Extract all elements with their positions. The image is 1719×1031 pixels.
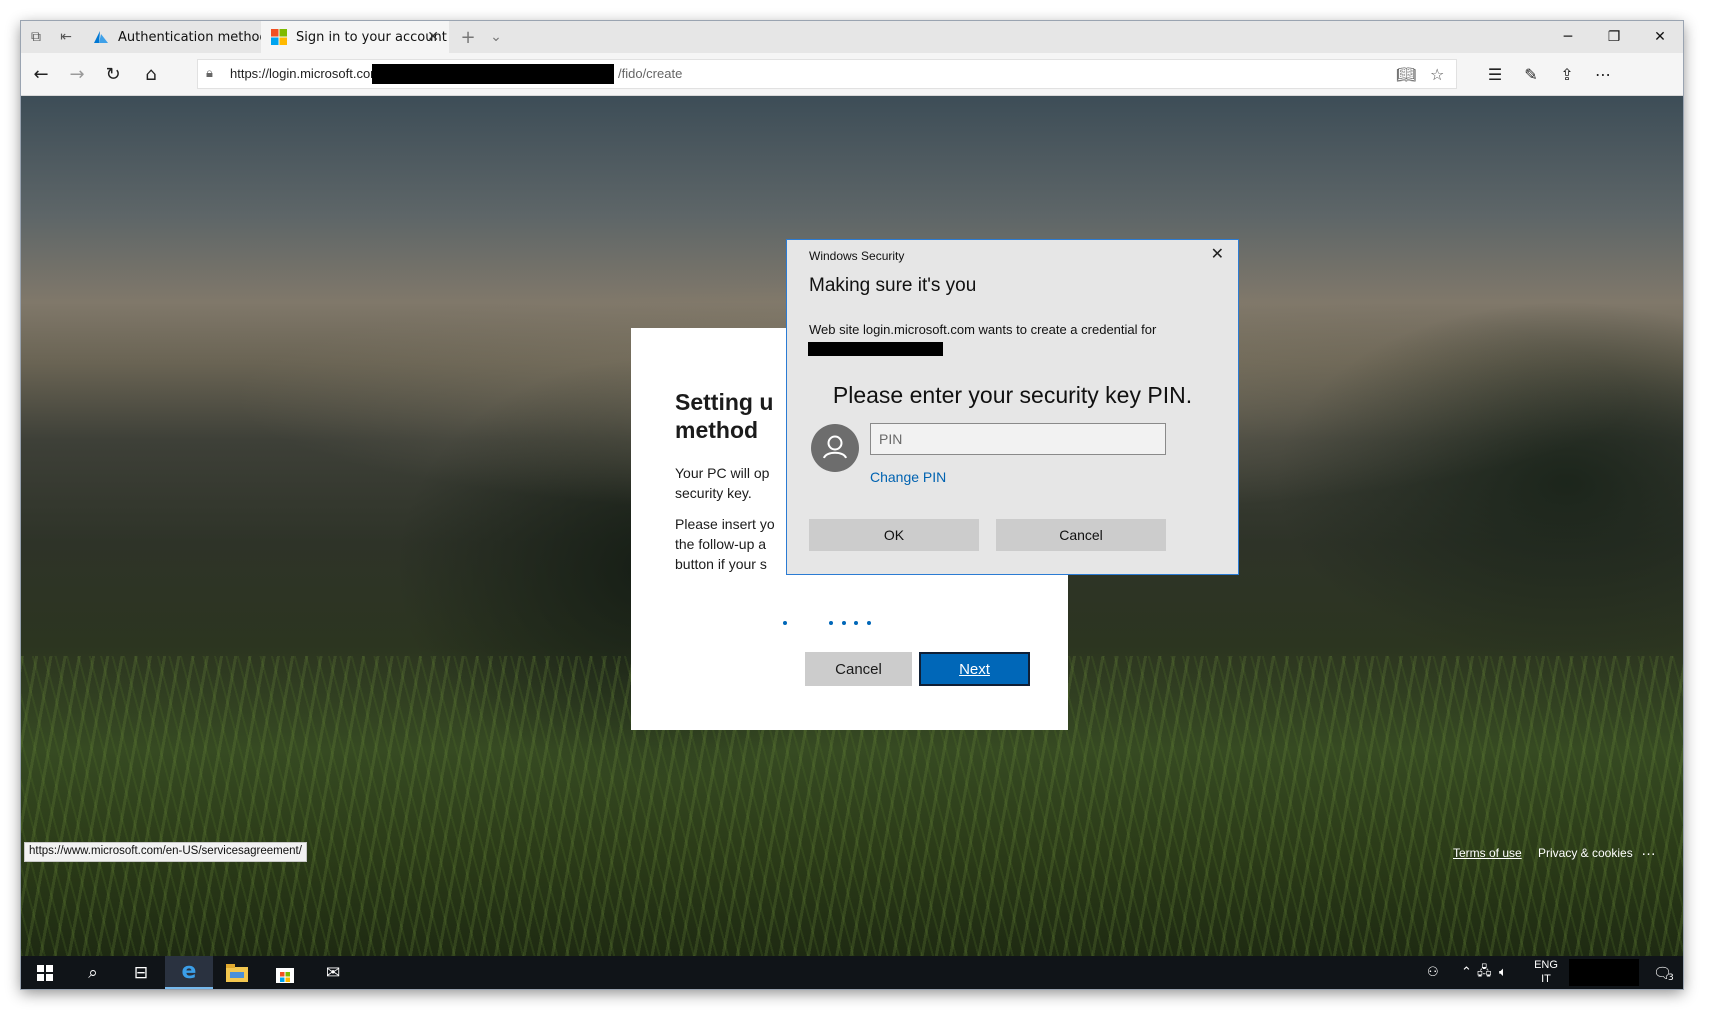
- edge-browser-icon[interactable]: e: [165, 956, 213, 989]
- more-menu-icon[interactable]: ⋯: [1583, 53, 1623, 95]
- forward-icon[interactable]: →: [57, 53, 97, 95]
- pen-icon[interactable]: ✎: [1511, 53, 1551, 95]
- task-view-icon[interactable]: ⊟: [117, 956, 165, 989]
- redacted-account: [808, 342, 943, 356]
- set-aside-tabs-icon[interactable]: ⧉: [21, 21, 51, 53]
- search-icon[interactable]: ⌕: [69, 956, 117, 989]
- refresh-icon[interactable]: ↻: [93, 53, 133, 95]
- tab-close-icon[interactable]: ✕: [427, 21, 439, 53]
- pin-prompt: Please enter your security key PIN.: [832, 382, 1193, 408]
- tab-title: Authentication methods - A: [118, 29, 261, 45]
- file-explorer-icon[interactable]: [213, 956, 261, 989]
- windows-start-icon[interactable]: [21, 956, 69, 989]
- tab-strip: ⧉ ⇤ Authentication methods - A Sign in t…: [21, 21, 1683, 53]
- taskbar: ⌕ ⊟ e ✉ ⚇ ⌃ 🖧︎ 🔈︎ ENG IT 🗨︎ 3: [21, 956, 1683, 989]
- lock-icon[interactable]: 🔒︎: [206, 66, 213, 81]
- browser-window: ⧉ ⇤ Authentication methods - A Sign in t…: [21, 21, 1683, 989]
- tabs-aside-icon[interactable]: ⇤: [51, 21, 81, 53]
- store-icon[interactable]: [261, 956, 309, 989]
- notification-count: 3: [1668, 972, 1674, 983]
- next-button[interactable]: Next: [919, 652, 1030, 686]
- minimize-icon[interactable]: ─: [1545, 21, 1591, 53]
- progress-dot: [867, 621, 871, 625]
- windows-security-dialog: Windows Security ✕ Making sure it's you …: [786, 239, 1239, 575]
- redacted-clock: [1569, 959, 1639, 986]
- mail-icon[interactable]: ✉: [309, 956, 357, 989]
- ok-button[interactable]: OK: [809, 519, 979, 551]
- progress-dot: [783, 621, 787, 625]
- tab-preview-chevron-icon[interactable]: ⌄: [481, 21, 511, 53]
- volume-icon[interactable]: 🔈︎: [1499, 956, 1507, 989]
- close-window-icon[interactable]: ✕: [1637, 21, 1683, 53]
- favorite-star-icon[interactable]: ☆: [1430, 65, 1444, 84]
- network-icon[interactable]: 🖧︎: [1477, 956, 1492, 989]
- navigation-bar: ← → ↻ ⌂ 🔒︎ https://login.microsoft.com/ …: [21, 53, 1683, 96]
- tab-title: Sign in to your account: [296, 29, 447, 45]
- footer-more-icon[interactable]: …: [1641, 842, 1656, 859]
- url-prefix: https://login.microsoft.com/: [230, 66, 385, 81]
- dialog-close-icon[interactable]: ✕: [1211, 244, 1224, 264]
- people-icon[interactable]: ⚇: [1427, 956, 1439, 989]
- redacted-url-segment: [372, 64, 614, 84]
- microsoft-logo-icon: [271, 29, 287, 45]
- back-icon[interactable]: ←: [21, 53, 61, 95]
- show-hidden-icons-chevron-icon[interactable]: ⌃: [1461, 956, 1472, 989]
- dialog-message: Web site login.microsoft.com wants to cr…: [809, 322, 1157, 337]
- user-avatar-icon: [811, 424, 859, 472]
- progress-dot: [842, 621, 846, 625]
- cancel-button[interactable]: Cancel: [805, 652, 912, 686]
- dialog-caption: Windows Security: [809, 249, 905, 263]
- dialog-cancel-button[interactable]: Cancel: [996, 519, 1166, 551]
- address-bar[interactable]: 🔒︎ https://login.microsoft.com/ /fido/cr…: [197, 59, 1457, 89]
- keyboard-layout-code: IT: [1541, 973, 1551, 985]
- privacy-cookies-link[interactable]: Privacy & cookies: [1538, 846, 1633, 860]
- restore-icon[interactable]: ❐: [1591, 21, 1637, 53]
- action-center-icon[interactable]: 🗨︎ 3: [1653, 956, 1674, 989]
- tab-authentication-methods[interactable]: Authentication methods - A: [83, 21, 261, 53]
- azure-icon: [94, 31, 108, 43]
- favorites-list-icon[interactable]: ☰: [1475, 53, 1515, 95]
- terms-of-use-link[interactable]: Terms of use: [1453, 846, 1522, 860]
- reading-view-icon[interactable]: 📖︎: [1396, 65, 1416, 84]
- status-url-preview: https://www.microsoft.com/en-US/services…: [24, 842, 307, 862]
- url-suffix: /fido/create: [618, 66, 683, 81]
- home-icon[interactable]: ⌂: [131, 53, 171, 95]
- tab-sign-in[interactable]: Sign in to your account ✕: [261, 21, 449, 53]
- share-icon[interactable]: ⇪: [1547, 53, 1587, 95]
- change-pin-link[interactable]: Change PIN: [870, 469, 946, 485]
- page-background: Setting u method Your PC will op securit…: [21, 96, 1683, 956]
- progress-dot: [829, 621, 833, 625]
- progress-dot: [854, 621, 858, 625]
- input-language-indicator[interactable]: ENG IT: [1531, 958, 1561, 986]
- pin-input[interactable]: [870, 423, 1166, 455]
- new-tab-icon[interactable]: +: [453, 21, 483, 53]
- dialog-heading: Making sure it's you: [809, 275, 977, 296]
- language-code: ENG: [1534, 959, 1558, 971]
